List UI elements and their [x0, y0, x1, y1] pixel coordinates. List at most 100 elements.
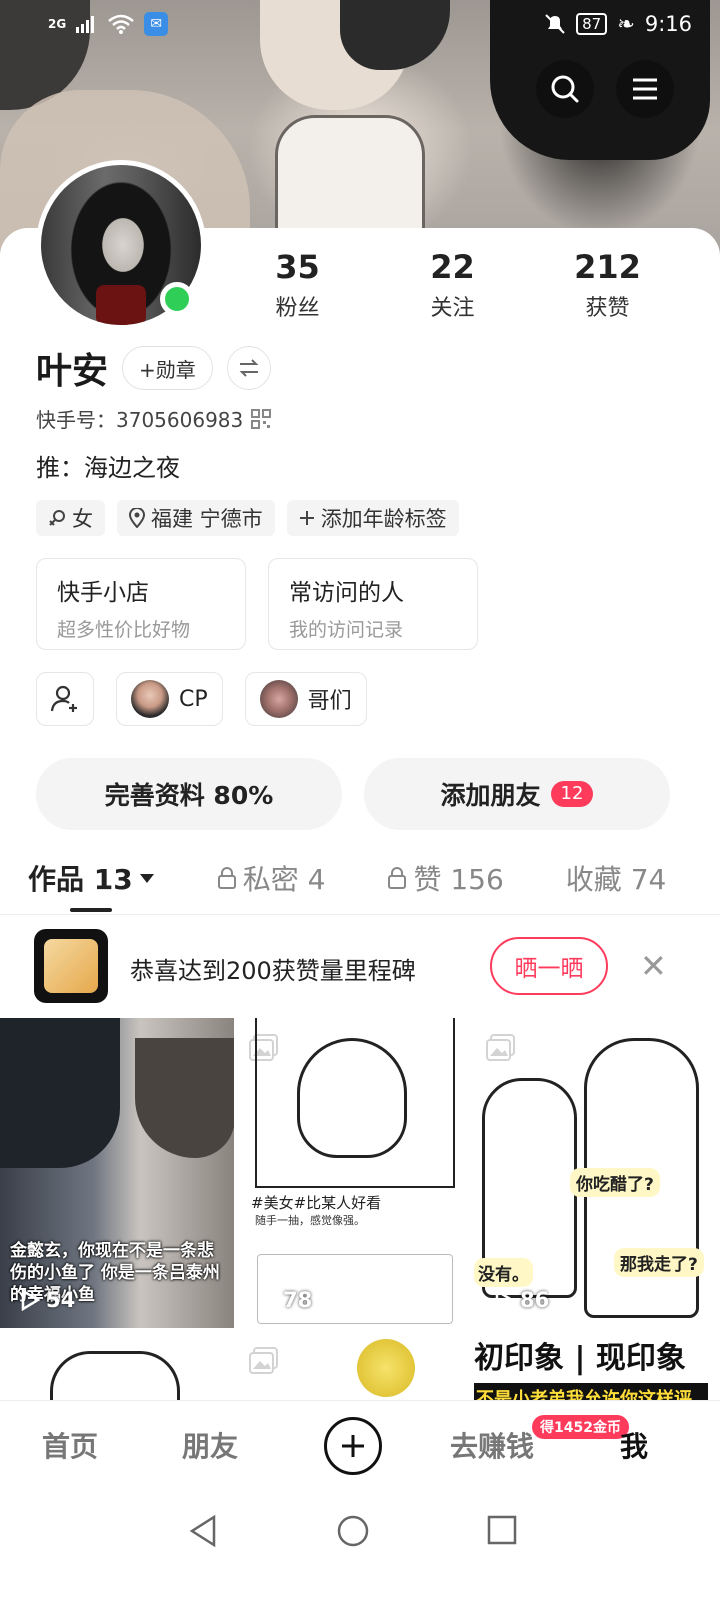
home-icon[interactable]: [336, 1514, 370, 1548]
stat-followers[interactable]: 35 粉丝: [220, 248, 375, 322]
close-icon[interactable]: ✕: [640, 947, 667, 985]
recents-icon[interactable]: [486, 1514, 518, 1546]
stat-value: 22: [430, 248, 475, 286]
kwai-shop-card[interactable]: 快手小店 超多性价比好物: [36, 558, 246, 650]
battery-level: 87: [576, 13, 608, 35]
status-bar: 2G ✉ 87 ❧ 9:16: [0, 0, 720, 50]
emoji-art: [357, 1339, 415, 1397]
feature-title: 常访问的人: [289, 580, 404, 606]
nav-home[interactable]: 首页: [42, 1425, 98, 1465]
stat-label: 获赞: [585, 296, 630, 321]
leaf-icon: ❧: [617, 12, 635, 36]
trophy-icon: [34, 929, 108, 1003]
doodle-art: [297, 1038, 407, 1158]
tag-label: 福建 宁德市: [151, 507, 263, 531]
lock-icon: [388, 867, 407, 889]
play-icon: [258, 1289, 277, 1311]
stat-label: 粉丝: [275, 296, 320, 321]
feature-cards: 快手小店 超多性价比好物 常访问的人 我的访问记录: [36, 558, 478, 650]
frequent-visitors-card[interactable]: 常访问的人 我的访问记录: [268, 558, 478, 650]
qr-code-icon[interactable]: [251, 408, 272, 429]
feature-title: 快手小店: [57, 580, 149, 606]
location-tag[interactable]: 福建 宁德市: [117, 500, 275, 536]
create-post-button[interactable]: [324, 1417, 382, 1475]
chip-label: 哥们: [307, 689, 352, 714]
avatar: [131, 680, 169, 718]
speech-bubble: 没有。: [474, 1258, 533, 1287]
add-friends-button[interactable]: 添加朋友 12: [364, 758, 670, 830]
play-icon: [495, 1289, 514, 1311]
work-thumbnail[interactable]: [237, 1331, 471, 1411]
nav-earn[interactable]: 去赚钱: [450, 1425, 534, 1465]
bio-text[interactable]: 推：海边之夜: [36, 448, 180, 483]
menu-button[interactable]: [616, 60, 674, 118]
action-buttons: 完善资料 80% 添加朋友 12: [36, 758, 670, 830]
play-count-value: 78: [283, 1288, 313, 1312]
location-icon: [129, 508, 145, 528]
search-icon: [551, 75, 579, 103]
switch-account-button[interactable]: [226, 346, 271, 390]
avatar: [259, 680, 298, 718]
kwai-id: 快手号：3705606983: [36, 408, 244, 432]
medal-button[interactable]: +勋章: [122, 346, 213, 390]
play-count-value: 54: [46, 1288, 76, 1312]
play-icon: [21, 1289, 40, 1311]
chip-buddy[interactable]: 哥们: [244, 672, 367, 726]
work-thumbnail[interactable]: 初印象 | 现印象 不是小老弟我允许你这样评: [474, 1331, 708, 1411]
nav-friends[interactable]: 朋友: [182, 1425, 238, 1465]
work-thumbnail[interactable]: [0, 1331, 234, 1411]
clock: 9:16: [644, 12, 692, 36]
tab-label: 收藏 74: [565, 863, 667, 896]
add-person-icon: [50, 685, 77, 712]
tab-favorites[interactable]: 收藏 74: [566, 858, 667, 898]
work-thumbnail[interactable]: #美女#比某人好看 随手一抽，感觉像强。 78: [237, 1018, 471, 1328]
notification-app-icon: ✉: [144, 12, 169, 36]
stat-value: 212: [574, 248, 641, 286]
trophy-art: [44, 939, 98, 993]
chip-label: CP: [179, 686, 208, 712]
work-thumbnail[interactable]: 金懿玄，你现在不是一条悲伤的小鱼了 你是一条吕泰州的幸福小鱼 54: [0, 1018, 234, 1328]
online-status-dot: [160, 282, 194, 316]
work-thumbnail[interactable]: 你吃醋了? 那我走了? 没有。 86: [474, 1018, 708, 1328]
search-button[interactable]: [536, 60, 594, 118]
stat-following[interactable]: 22 关注: [375, 248, 530, 322]
signal-icon: [76, 16, 95, 33]
back-icon[interactable]: [186, 1514, 220, 1548]
plus-icon: [342, 1435, 364, 1457]
button-label: 添加朋友: [440, 781, 541, 810]
user-name: 叶安: [36, 351, 109, 392]
signal-label: 2G: [48, 17, 67, 31]
tag-label: 添加年龄标签: [320, 507, 447, 531]
relationship-chips: CP 哥们: [36, 672, 367, 726]
system-navigation-bar: [0, 1494, 720, 1600]
profile-tags: 女 福建 宁德市 添加年龄标签: [36, 500, 459, 536]
chip-cp[interactable]: CP: [116, 672, 223, 726]
speech-bubble: 你吃醋了?: [570, 1168, 660, 1197]
post-hint: 随手一抽，感觉像强。: [255, 1214, 365, 1227]
tab-label: 赞 156: [413, 863, 504, 896]
feature-subtitle: 我的访问记录: [289, 619, 404, 641]
add-relationship-button[interactable]: [36, 672, 94, 726]
tab-private[interactable]: 私密 4: [217, 858, 326, 898]
complete-profile-button[interactable]: 完善资料 80%: [36, 758, 342, 830]
friend-request-badge: 12: [550, 781, 594, 807]
nav-me[interactable]: 我: [620, 1425, 648, 1465]
tab-liked[interactable]: 赞 156: [387, 858, 504, 898]
add-age-tag[interactable]: 添加年龄标签: [286, 500, 459, 536]
tab-works[interactable]: 作品 13: [28, 858, 155, 912]
name-row: 叶安 +勋章: [36, 342, 271, 394]
profile-stats: 35 粉丝 22 关注 212 获赞: [220, 248, 720, 322]
tab-label: 私密 4: [242, 863, 326, 896]
share-milestone-button[interactable]: 晒一晒: [490, 937, 608, 995]
stat-label: 关注: [430, 296, 475, 321]
gender-tag[interactable]: 女: [36, 500, 105, 536]
coin-badge: 得1452金币: [532, 1415, 629, 1439]
feature-subtitle: 超多性价比好物: [57, 619, 191, 641]
tag-label: 女: [72, 507, 93, 531]
stat-likes[interactable]: 212 获赞: [530, 248, 685, 322]
works-grid: 金懿玄，你现在不是一条悲伤的小鱼了 你是一条吕泰州的幸福小鱼 54 #美女#比某…: [0, 1018, 720, 1411]
mute-bell-icon: [545, 14, 565, 34]
plus-icon: [299, 511, 314, 525]
kwai-id-row[interactable]: 快手号：3705606983: [36, 404, 272, 433]
post-hashtag: #美女#比某人好看: [251, 1194, 382, 1212]
